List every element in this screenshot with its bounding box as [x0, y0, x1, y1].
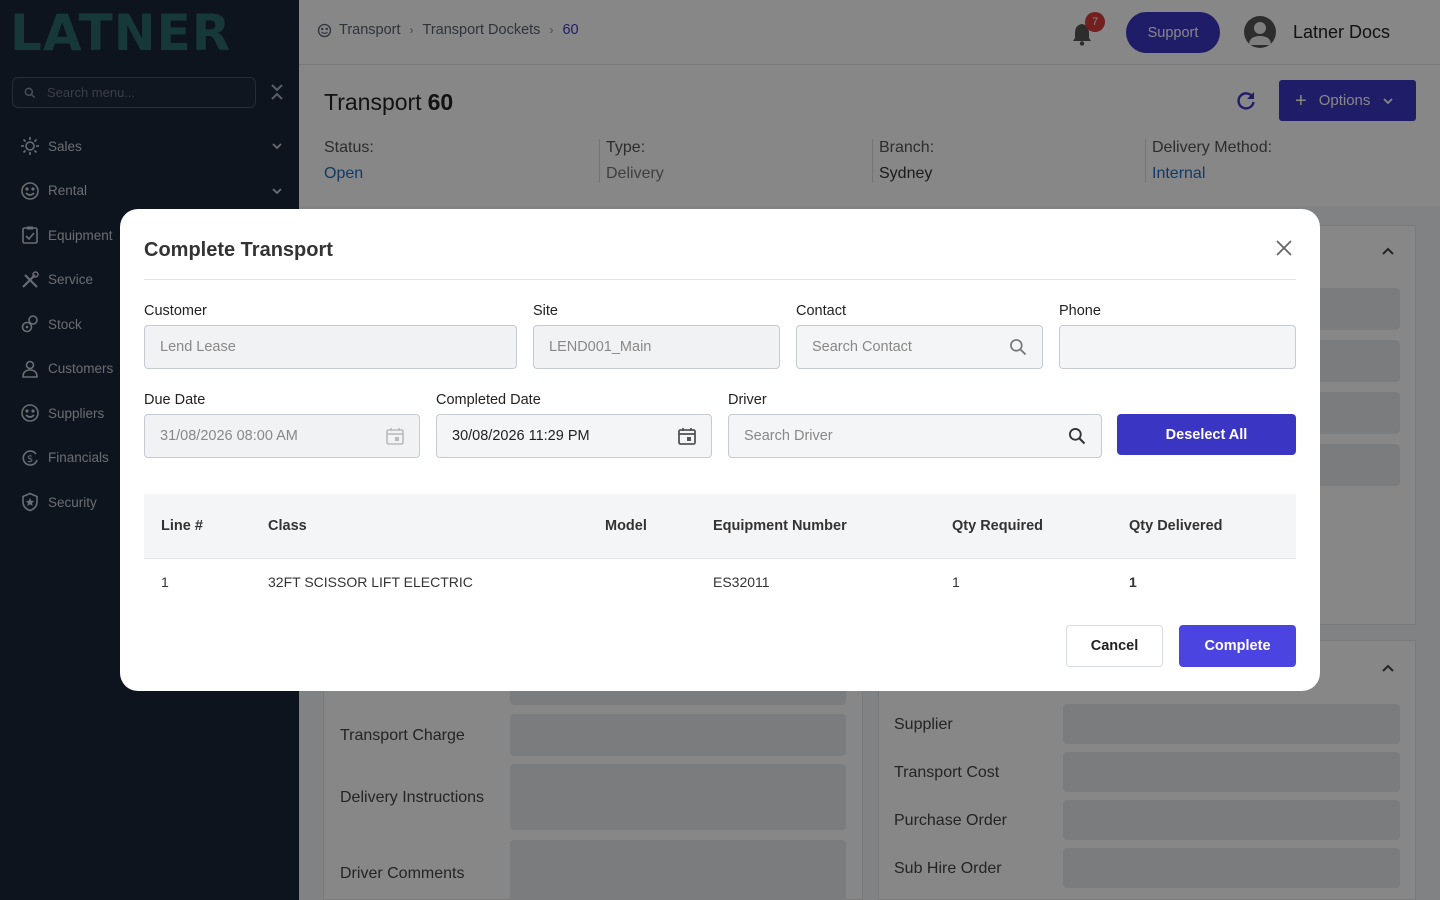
class-cell: 32FT SCISSOR LIFT ELECTRIC	[268, 574, 473, 590]
customer-field: Lend Lease	[144, 325, 517, 369]
column-header[interactable]: Line #	[161, 518, 203, 534]
column-header[interactable]: Equipment Number	[713, 518, 847, 534]
equipment-number-cell: ES32011	[713, 574, 770, 590]
due-date-field: 31/08/2026 08:00 AM	[144, 414, 420, 458]
driver-search-field[interactable]: Search Driver	[728, 414, 1102, 458]
table-header: Line # Class Model Equipment Number Qty …	[144, 494, 1296, 559]
customer-label: Customer	[144, 303, 207, 319]
modal-title: Complete Transport	[144, 239, 333, 261]
site-value: LEND001_Main	[549, 339, 652, 355]
qty-delivered-cell[interactable]: 1	[1129, 574, 1137, 590]
close-icon[interactable]	[1275, 239, 1293, 257]
table-row[interactable]: 1 32FT SCISSOR LIFT ELECTRIC ES32011 1 1	[144, 559, 1296, 601]
search-icon[interactable]	[1067, 426, 1087, 446]
completed-date-label: Completed Date	[436, 392, 541, 408]
column-header[interactable]: Qty Required	[952, 518, 1043, 534]
complete-transport-modal: Complete Transport Customer Lend Lease S…	[120, 209, 1320, 691]
equipment-table: Line # Class Model Equipment Number Qty …	[144, 494, 1296, 601]
due-date-value: 31/08/2026 08:00 AM	[160, 428, 298, 444]
completed-date-value: 30/08/2026 11:29 PM	[452, 428, 590, 444]
due-date-label: Due Date	[144, 392, 206, 408]
column-header[interactable]: Qty Delivered	[1129, 518, 1223, 534]
contact-label: Contact	[796, 303, 846, 319]
phone-field[interactable]	[1059, 325, 1296, 369]
divider	[144, 279, 1296, 280]
driver-placeholder: Search Driver	[744, 428, 833, 444]
search-icon[interactable]	[1008, 337, 1028, 357]
line-number-cell: 1	[161, 574, 169, 590]
cancel-button[interactable]: Cancel	[1066, 625, 1163, 667]
contact-search-field[interactable]: Search Contact	[796, 325, 1043, 369]
driver-label: Driver	[728, 392, 767, 408]
site-field: LEND001_Main	[533, 325, 780, 369]
qty-required-cell: 1	[952, 574, 960, 590]
contact-placeholder: Search Contact	[812, 339, 912, 355]
site-label: Site	[533, 303, 558, 319]
phone-label: Phone	[1059, 303, 1101, 319]
column-header[interactable]: Model	[605, 518, 647, 534]
customer-value: Lend Lease	[160, 339, 236, 355]
deselect-all-button[interactable]: Deselect All	[1117, 414, 1296, 455]
calendar-icon[interactable]	[677, 426, 697, 446]
column-header[interactable]: Class	[268, 518, 307, 534]
calendar-icon	[386, 428, 404, 445]
completed-date-field[interactable]: 30/08/2026 11:29 PM	[436, 414, 712, 458]
complete-button[interactable]: Complete	[1179, 625, 1296, 667]
